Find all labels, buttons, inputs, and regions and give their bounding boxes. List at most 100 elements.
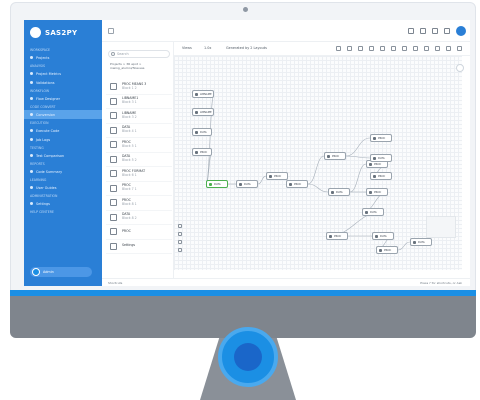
export-icon[interactable] <box>424 46 429 51</box>
block-icon <box>110 112 117 120</box>
undo-icon[interactable] <box>336 46 341 51</box>
sidebar-item-execute-code[interactable]: Execute Code <box>24 126 102 135</box>
more-icon[interactable] <box>457 46 462 51</box>
sidebar-item-user-guides[interactable]: User Guides <box>24 183 102 192</box>
fullscreen-icon[interactable] <box>446 46 451 51</box>
delete-icon[interactable] <box>380 46 385 51</box>
code-icon[interactable] <box>402 46 407 51</box>
flow-node[interactable]: PROC <box>324 152 346 160</box>
flow-node[interactable]: PROC <box>376 246 398 254</box>
sidebar-item-conversion[interactable]: Conversion <box>24 110 102 119</box>
block-label: PROC <box>122 228 131 233</box>
redo-icon[interactable] <box>347 46 352 51</box>
sidebar-item-flow-designer[interactable]: Flow Designer <box>24 94 102 103</box>
minimap[interactable] <box>426 216 456 238</box>
block-icon <box>110 83 117 91</box>
block-icon <box>110 228 117 236</box>
notifications-icon[interactable] <box>408 28 414 34</box>
flow-node[interactable]: DATA <box>192 128 212 136</box>
block-list-item[interactable]: PROC Block 7 1 <box>106 182 172 196</box>
zoom-out-icon[interactable] <box>178 232 182 236</box>
sidebar-item-label: Conversion <box>36 112 56 117</box>
lock-icon[interactable] <box>178 248 182 252</box>
flow-node[interactable]: DATA <box>372 232 394 240</box>
flow-node[interactable]: DATA <box>410 238 432 246</box>
flow-node[interactable]: DATA <box>236 180 258 188</box>
flow-node[interactable]: DATA <box>328 188 350 196</box>
sidebar-item-label: Settings <box>36 201 50 206</box>
run-icon[interactable] <box>413 46 418 51</box>
sidebar-item-test-comparison[interactable]: Test Comparison <box>24 151 102 160</box>
user-menu[interactable]: Admin <box>30 267 92 277</box>
block-list-item[interactable]: DATA Block 5 2 <box>106 153 172 167</box>
add-block-button[interactable] <box>456 64 464 72</box>
sidebar-item-job-logs[interactable]: Job Logs <box>24 135 102 144</box>
block-list-item[interactable]: PROC MEANS 3 Block 1 2 <box>106 80 172 95</box>
node-type-icon <box>195 92 198 96</box>
flow-node[interactable]: PROC <box>366 188 388 196</box>
user-name: Admin <box>43 270 54 274</box>
block-sublabel: Block 5 1 <box>122 143 137 148</box>
view-toggle[interactable]: Views <box>182 46 192 50</box>
flow-node[interactable]: PROC <box>286 180 308 188</box>
node-label: LIBNAME <box>200 92 212 96</box>
sidebar-item-projects[interactable]: Projects <box>24 53 102 62</box>
fit-view-icon[interactable] <box>178 240 182 244</box>
flow-node[interactable]: PROC <box>266 172 288 180</box>
block-list-item[interactable]: LIBNAME Block 3 2 <box>106 109 172 124</box>
zoom-level[interactable]: 1.0x <box>204 46 211 50</box>
paste-icon[interactable] <box>369 46 374 51</box>
copy-icon[interactable] <box>358 46 363 51</box>
theme-icon[interactable] <box>444 28 450 34</box>
profile-avatar[interactable] <box>456 26 466 36</box>
flow-node[interactable]: LIBNAME <box>192 90 214 98</box>
sidebar-item-settings[interactable]: Settings <box>24 199 102 208</box>
alert-icon[interactable] <box>420 28 426 34</box>
flow-node[interactable]: DATA <box>206 180 228 188</box>
node-type-icon <box>373 156 376 160</box>
chat-icon[interactable] <box>432 28 438 34</box>
node-label: DATA <box>418 240 425 244</box>
block-list-item[interactable]: PROC FORMAT Block 6 1 <box>106 167 172 182</box>
share-icon[interactable] <box>435 46 440 51</box>
block-label: PROC Block 8 1 <box>122 197 137 206</box>
flow-node[interactable]: DATA <box>362 208 384 216</box>
sidebar-item-label: Code Summary <box>36 169 63 174</box>
node-type-icon <box>209 182 212 186</box>
flow-node[interactable]: LIBNAME <box>192 108 214 116</box>
zoom-in-icon[interactable] <box>178 224 182 228</box>
block-list-item[interactable]: DATA Block 8 2 <box>106 211 172 225</box>
sidebar-item-project-metrics[interactable]: Project Metrics <box>24 69 102 78</box>
block-icon <box>110 97 117 105</box>
refresh-icon[interactable] <box>391 46 396 51</box>
node-label: PROC <box>378 174 386 178</box>
node-type-icon <box>331 190 334 194</box>
sidebar-item-label: Projects <box>36 55 50 60</box>
block-sublabel: Block 3 1 <box>122 100 137 105</box>
sidebar-item-code-summary[interactable]: Code Summary <box>24 167 102 176</box>
sidebar-toggle-icon[interactable] <box>108 28 114 34</box>
block-list-item[interactable]: PROC <box>106 225 172 240</box>
flow-canvas[interactable]: LIBNAME LIBNAME DATA PROC DATA DATA PROC PROC PR… <box>174 56 464 270</box>
sidebar-item-label: Test Comparison <box>36 153 65 158</box>
block-list-item[interactable]: Settings <box>106 240 172 254</box>
flow-node[interactable]: PROC <box>370 134 392 142</box>
block-list-item[interactable]: DATA Block 4 1 <box>106 124 172 138</box>
brand[interactable]: SAS2PY <box>30 27 77 38</box>
flow-node[interactable]: PROC <box>326 232 348 240</box>
search-icon <box>111 52 115 56</box>
flow-node[interactable]: PROC <box>370 172 392 180</box>
flow-node[interactable]: DATA <box>370 154 392 162</box>
flow-node[interactable]: PROC <box>192 148 212 156</box>
sidebar-item-validations[interactable]: Validations <box>24 78 102 87</box>
block-icon <box>110 170 117 178</box>
toolbar-icons <box>336 46 462 51</box>
search-input[interactable]: Search <box>108 50 170 58</box>
node-type-icon <box>379 248 382 252</box>
layout-label: Generated by 2 Layouts <box>226 46 267 50</box>
block-list-item[interactable]: PROC Block 8 1 <box>106 196 172 211</box>
block-list-item[interactable]: PROC Block 5 1 <box>106 138 172 153</box>
block-list-item[interactable]: LIBNAME1 Block 3 1 <box>106 95 172 109</box>
block-sublabel: Block 8 2 <box>122 216 137 221</box>
node-type-icon <box>413 240 416 244</box>
